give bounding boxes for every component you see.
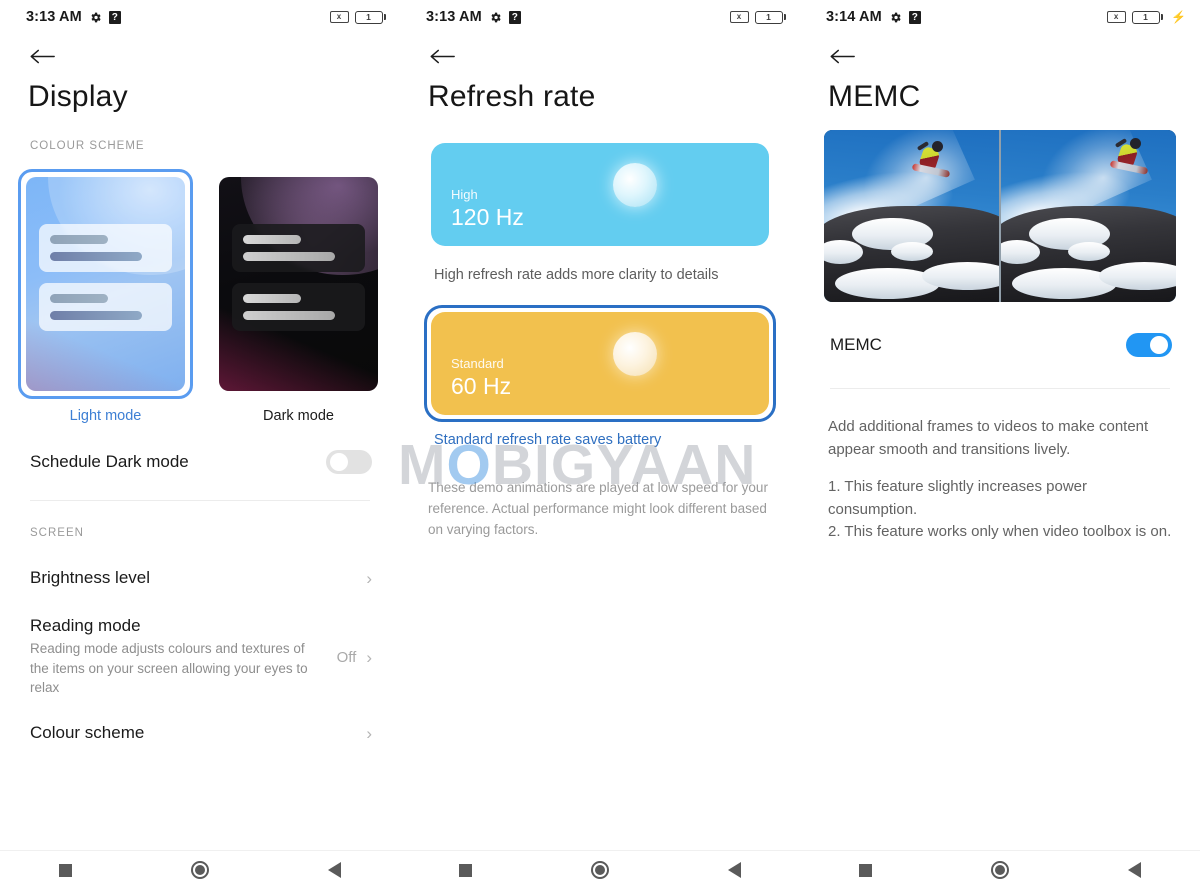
high-rate-value: 120 Hz (451, 204, 524, 231)
back-arrow-icon[interactable] (428, 46, 456, 66)
circle-icon[interactable] (190, 861, 209, 879)
back-arrow-icon[interactable] (828, 46, 856, 66)
page-title: Refresh rate (428, 80, 596, 113)
row-colour-scheme[interactable]: Colour scheme › (0, 705, 400, 761)
triangle-back-icon[interactable] (1127, 862, 1141, 878)
chevron-right-icon: › (366, 723, 372, 743)
refresh-rate-option-high[interactable]: High 120 Hz (424, 136, 776, 253)
screen-display: 3:13 AM ? x 1 Display COLOUR SCHEME Ligh… (0, 0, 400, 889)
triangle-back-icon[interactable] (727, 862, 741, 878)
theme-thumbnails: Light mode Dark mode (0, 152, 400, 424)
standard-note: Standard refresh rate saves battery (434, 432, 662, 448)
circle-icon[interactable] (590, 861, 609, 879)
square-icon[interactable] (459, 863, 473, 877)
animation-ball (613, 332, 657, 376)
theme-label-light: Light mode (69, 408, 142, 424)
theme-option-light[interactable]: Light mode (18, 169, 193, 424)
memc-label: MEMC (830, 335, 882, 354)
battery-icon: 1 (754, 10, 786, 24)
navigation-bar (0, 850, 1200, 889)
three-panel-screenshot: 3:13 AM ? x 1 Display COLOUR SCHEME Ligh… (0, 0, 1200, 889)
memc-description: Add additional frames to videos to make … (800, 389, 1200, 544)
page-title: Display (28, 80, 128, 113)
battery-level: 1 (1131, 10, 1160, 24)
help-badge-icon: ? (908, 10, 921, 24)
memc-preview-left (824, 130, 999, 302)
high-note: High refresh rate adds more clarity to d… (434, 267, 719, 283)
colour-scheme-label: Colour scheme (30, 723, 145, 742)
status-time: 3:13 AM (426, 9, 482, 25)
status-time: 3:14 AM (826, 9, 882, 25)
help-badge-icon: ? (508, 10, 521, 24)
theme-option-dark[interactable]: Dark mode (211, 169, 386, 424)
refresh-rate-options: High 120 Hz High refresh rate adds more … (400, 114, 800, 448)
status-time: 3:13 AM (26, 9, 82, 25)
battery-level: 1 (754, 10, 783, 24)
nav-group-3 (800, 851, 1200, 889)
gear-icon (891, 12, 901, 22)
section-label-colour-scheme: COLOUR SCHEME (30, 140, 145, 152)
schedule-dark-mode-label: Schedule Dark mode (30, 452, 189, 471)
chevron-right-icon: › (366, 647, 372, 667)
memc-description-p1: Add additional frames to videos to make … (828, 418, 1149, 458)
square-icon[interactable] (59, 863, 73, 877)
back-arrow-icon[interactable] (28, 46, 56, 66)
battery-icon: 1 (354, 10, 386, 24)
mute-icon: x (729, 11, 749, 23)
refresh-rate-footer-note: These demo animations are played at low … (428, 480, 768, 537)
status-bar: 3:13 AM ? x 1 (0, 0, 400, 34)
chevron-right-icon: › (366, 568, 372, 588)
schedule-dark-mode-toggle[interactable] (326, 450, 372, 474)
back-button-row[interactable] (800, 34, 1200, 66)
status-bar: 3:13 AM ? x 1 (400, 0, 800, 34)
memc-preview-image (800, 114, 1200, 302)
memc-toggle[interactable] (1126, 333, 1172, 357)
standard-rate-value: 60 Hz (451, 373, 512, 400)
section-label-screen: SCREEN (30, 527, 84, 539)
mute-icon: x (1106, 11, 1126, 23)
help-badge-icon: ? (108, 10, 121, 24)
memc-preview-right (999, 130, 1176, 302)
back-button-row[interactable] (400, 34, 800, 66)
high-label: High (451, 186, 478, 202)
status-bar: 3:14 AM ? x 1 ⚡ (800, 0, 1200, 34)
battery-icon: 1 (1131, 10, 1164, 24)
nav-group-1 (0, 851, 400, 889)
page-title: MEMC (828, 80, 921, 113)
row-brightness-level[interactable]: Brightness level › (0, 547, 400, 609)
row-schedule-dark-mode[interactable]: Schedule Dark mode (0, 424, 400, 500)
memc-description-p2: 1. This feature slightly increases power… (828, 478, 1172, 540)
screen-refresh-rate: 3:13 AM ? x 1 Refresh rate High 120 Hz H… (400, 0, 800, 889)
nav-group-2 (400, 851, 800, 889)
row-reading-mode[interactable]: Reading mode Reading mode adjusts colour… (0, 609, 400, 705)
gear-icon (491, 12, 501, 22)
standard-label: Standard (451, 355, 504, 371)
theme-label-dark: Dark mode (263, 408, 334, 424)
circle-icon[interactable] (990, 861, 1009, 879)
battery-level: 1 (354, 10, 383, 24)
gear-icon (91, 12, 101, 22)
triangle-back-icon[interactable] (327, 862, 341, 878)
refresh-rate-option-standard[interactable]: Standard 60 Hz (424, 305, 776, 422)
square-icon[interactable] (859, 863, 873, 877)
reading-mode-label: Reading mode (30, 616, 141, 636)
animation-ball (613, 163, 657, 207)
brightness-level-label: Brightness level (30, 568, 151, 587)
reading-mode-description: Reading mode adjusts colours and texture… (30, 641, 308, 696)
charging-bolt-icon: ⚡ (1171, 10, 1186, 24)
back-button-row[interactable] (0, 34, 400, 66)
reading-mode-value: Off (336, 648, 357, 666)
screen-memc: 3:14 AM ? x 1 ⚡ MEMC MEMC Add additional… (800, 0, 1200, 889)
row-memc-toggle[interactable]: MEMC (800, 302, 1200, 388)
mute-icon: x (329, 11, 349, 23)
